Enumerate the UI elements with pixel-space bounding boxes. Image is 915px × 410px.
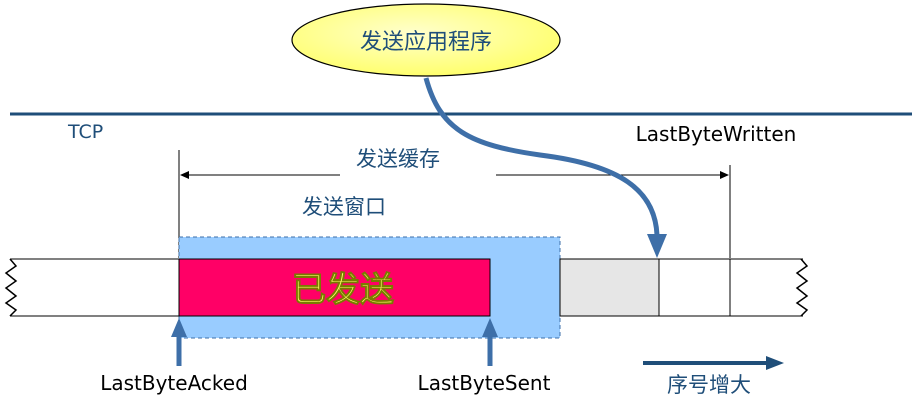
diagram-canvas: TCP 发送缓存 LastByteWritten 发送窗口 已发送 发送应用程序… (4, 3, 912, 397)
sent-block-label: 已发送 (292, 270, 394, 310)
tcp-send-buffer-diagram: TCP 发送缓存 LastByteWritten 发送窗口 已发送 发送应用程序… (0, 0, 915, 410)
sequence-label: 序号增大 (667, 373, 751, 397)
tcp-label: TCP (67, 121, 103, 143)
last-byte-written-label: LastByteWritten (636, 122, 797, 146)
strip-left-break (4, 258, 18, 317)
sequence-arrowhead (766, 356, 784, 370)
write-curve-arrow (423, 77, 660, 236)
last-byte-acked-label: LastByteAcked (100, 371, 248, 395)
write-arrowhead (647, 234, 667, 258)
buffer-arrowhead-left (180, 171, 189, 179)
app-bubble-label: 发送应用程序 (360, 30, 492, 55)
buffer-arrowhead-right (720, 171, 729, 179)
last-byte-sent-label: LastByteSent (418, 371, 551, 395)
strip-right-break (795, 258, 809, 317)
window-label: 发送窗口 (302, 195, 386, 219)
buffer-label: 发送缓存 (356, 147, 440, 171)
unsent-buffer-block (559, 258, 660, 317)
